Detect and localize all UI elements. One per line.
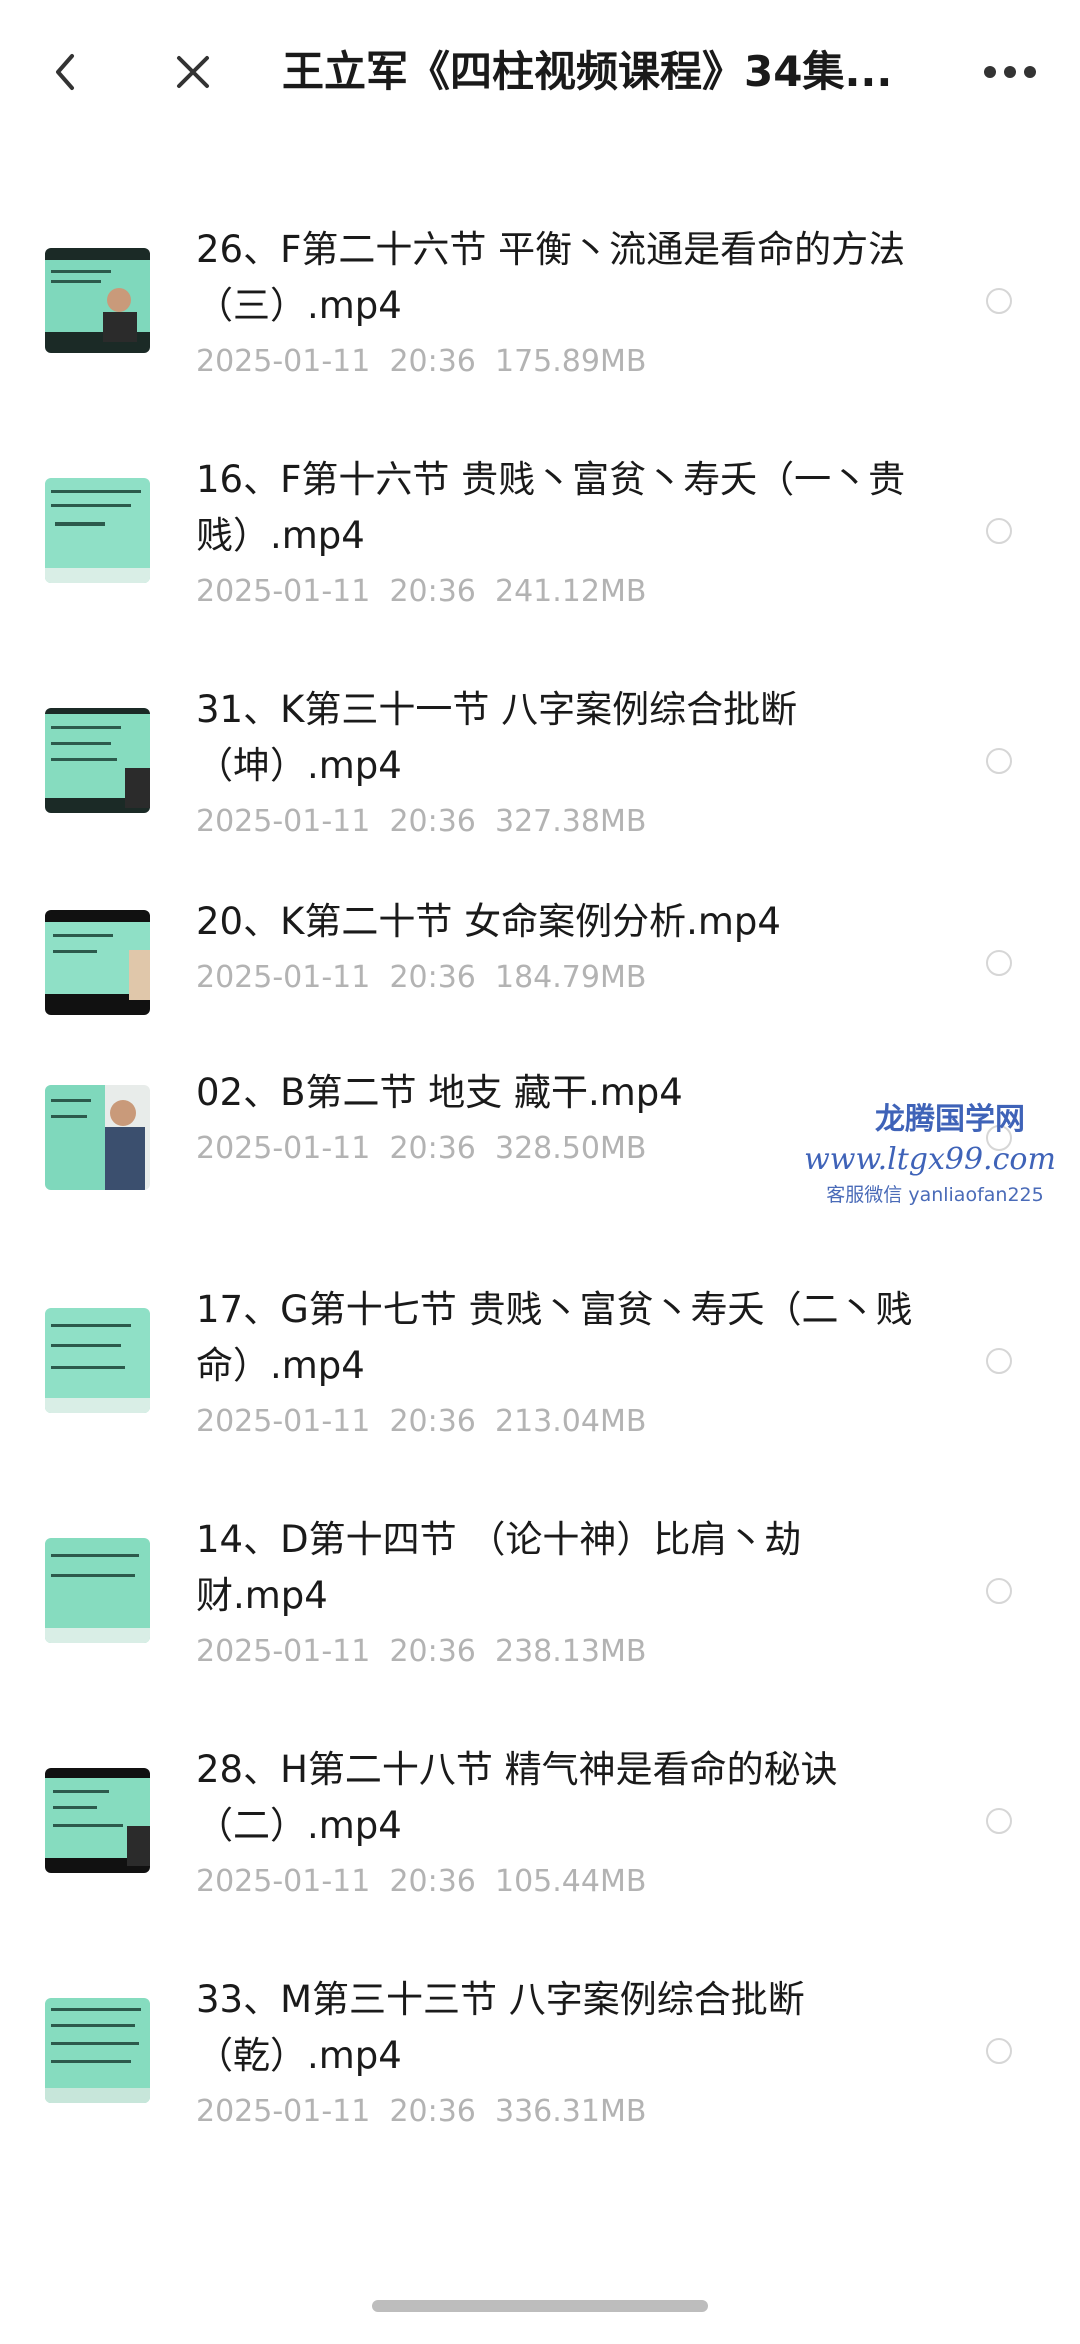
video-thumbnail: [45, 1998, 150, 2103]
file-name: 02、B第二节 地支 藏干.mp4: [196, 1071, 683, 1114]
file-meta: 2025-01-11 20:36 238.13MB: [196, 1634, 647, 1669]
file-name: 16、F第十六节 贵贱丶富贫丶寿夭（一丶贵贱）.mp4: [196, 458, 906, 557]
file-meta: 2025-01-11 20:36 175.89MB: [196, 344, 647, 379]
file-name: 28、H第二十八节 精气神是看命的秘诀（二）.mp4: [196, 1748, 838, 1847]
select-radio[interactable]: [986, 288, 1012, 314]
file-item[interactable]: 31、K第三十一节 八字案例综合批断（坤）.mp4 2025-01-11 20:…: [0, 660, 1080, 890]
watermark: 龙腾国学网 www.ltgx99.com 客服微信 yanliaofan225: [804, 1100, 1080, 1210]
select-radio[interactable]: [986, 950, 1012, 976]
file-item[interactable]: 14、D第十四节 （论十神）比肩丶劫财.mp4 2025-01-11 20:36…: [0, 1490, 1080, 1720]
video-thumbnail: [45, 708, 150, 813]
video-thumbnail: [45, 1085, 150, 1190]
page-title: 王立军《四柱视频课程》34集...: [282, 47, 893, 96]
file-item[interactable]: 16、F第十六节 贵贱丶富贫丶寿夭（一丶贵贱）.mp4 2025-01-11 2…: [0, 430, 1080, 660]
video-thumbnail: [45, 1538, 150, 1643]
home-indicator[interactable]: [372, 2300, 708, 2312]
select-radio[interactable]: [986, 1348, 1012, 1374]
select-radio[interactable]: [986, 748, 1012, 774]
watermark-url: www.ltgx99.com: [804, 1142, 1056, 1177]
file-meta: 2025-01-11 20:36 328.50MB: [196, 1131, 647, 1166]
file-name: 17、G第十七节 贵贱丶富贫丶寿夭（二丶贱命）.mp4: [196, 1288, 913, 1387]
watermark-brand: 龙腾国学网: [875, 1102, 1025, 1137]
file-item[interactable]: 17、G第十七节 贵贱丶富贫丶寿夭（二丶贱命）.mp4 2025-01-11 2…: [0, 1260, 1080, 1490]
file-meta: 2025-01-11 20:36 184.79MB: [196, 960, 647, 995]
file-item[interactable]: 26、F第二十六节 平衡丶流通是看命的方法（三）.mp4 2025-01-11 …: [0, 200, 1080, 430]
file-meta: 2025-01-11 20:36 105.44MB: [196, 1864, 647, 1899]
back-button[interactable]: [30, 36, 102, 108]
file-meta: 2025-01-11 20:36 336.31MB: [196, 2094, 647, 2129]
select-radio[interactable]: [986, 518, 1012, 544]
video-thumbnail: [45, 478, 150, 583]
file-item[interactable]: 28、H第二十八节 精气神是看命的秘诀（二）.mp4 2025-01-11 20…: [0, 1720, 1080, 1950]
video-thumbnail: [45, 1768, 150, 1873]
select-radio[interactable]: [986, 1808, 1012, 1834]
file-name: 31、K第三十一节 八字案例综合批断（坤）.mp4: [196, 688, 798, 787]
close-button[interactable]: [157, 36, 229, 108]
file-meta: 2025-01-11 20:36 213.04MB: [196, 1404, 647, 1439]
more-options-button[interactable]: [970, 36, 1050, 108]
close-icon: [177, 56, 209, 88]
more-icon: [984, 66, 1036, 78]
file-meta: 2025-01-11 20:36 327.38MB: [196, 804, 647, 839]
file-meta: 2025-01-11 20:36 241.12MB: [196, 574, 647, 609]
file-name: 33、M第三十三节 八字案例综合批断（乾）.mp4: [196, 1978, 805, 2077]
file-item[interactable]: 20、K第二十节 女命案例分析.mp4 2025-01-11 20:36 184…: [0, 890, 1080, 1065]
video-thumbnail: [45, 910, 150, 1015]
select-radio[interactable]: [986, 2038, 1012, 2064]
select-radio[interactable]: [986, 1578, 1012, 1604]
file-name: 26、F第二十六节 平衡丶流通是看命的方法（三）.mp4: [196, 228, 906, 327]
file-name: 20、K第二十节 女命案例分析.mp4: [196, 900, 781, 943]
file-name: 14、D第十四节 （论十神）比肩丶劫财.mp4: [196, 1518, 802, 1617]
video-thumbnail: [45, 248, 150, 353]
watermark-contact: 客服微信 yanliaofan225: [826, 1184, 1044, 1206]
file-item[interactable]: 33、M第三十三节 八字案例综合批断（乾）.mp4 2025-01-11 20:…: [0, 1950, 1080, 2180]
chevron-left-icon: [56, 54, 74, 90]
video-thumbnail: [45, 1308, 150, 1413]
top-bar: 王立军《四柱视频课程》34集...: [0, 0, 1080, 150]
